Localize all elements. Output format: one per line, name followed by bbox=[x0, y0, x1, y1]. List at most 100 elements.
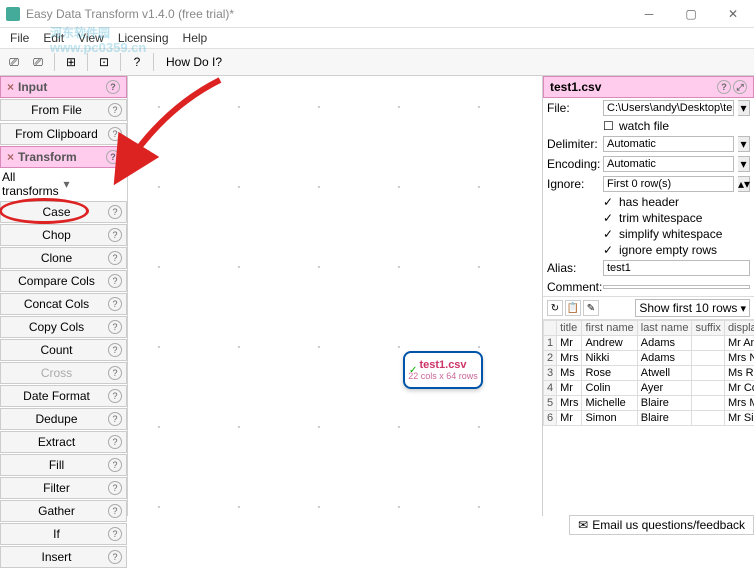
trim-whitespace-checkbox[interactable]: ✓ bbox=[603, 211, 615, 225]
help-icon[interactable]: ? bbox=[108, 127, 122, 141]
statusbar[interactable]: ✉ Email us questions/feedback bbox=[569, 515, 754, 535]
transform-gather[interactable]: Gather? bbox=[0, 500, 127, 522]
preview-table[interactable]: titlefirst namelast namesuffixdisplay n1… bbox=[543, 320, 754, 516]
help-icon[interactable]: ? bbox=[108, 228, 122, 242]
input-header: × Input ? bbox=[0, 76, 127, 98]
app-icon bbox=[6, 7, 20, 21]
help-icon[interactable]: ? bbox=[108, 103, 122, 117]
transform-cross: Cross? bbox=[0, 362, 127, 384]
tb-help-icon[interactable]: ? bbox=[127, 52, 147, 72]
ignore-empty-rows-checkbox[interactable]: ✓ bbox=[603, 243, 615, 257]
menu-edit[interactable]: Edit bbox=[37, 29, 70, 47]
from-clipboard-button[interactable]: From Clipboard? bbox=[0, 123, 127, 145]
maximize-button[interactable]: ▢ bbox=[670, 0, 712, 28]
ignore-value[interactable]: First 0 row(s) bbox=[603, 176, 734, 192]
canvas[interactable]: ✓ test1.csv 22 cols x 64 rows bbox=[128, 76, 542, 516]
chevron-down-icon[interactable]: ▾ bbox=[738, 156, 750, 172]
table-row[interactable]: 5MrsMichelleBlaireMrs Mich bbox=[544, 396, 754, 411]
chevron-down-icon[interactable]: ▾ bbox=[738, 136, 750, 152]
copy-icon[interactable]: 📋 bbox=[565, 300, 581, 316]
refresh-icon[interactable]: ↻ bbox=[547, 300, 563, 316]
menu-licensing[interactable]: Licensing bbox=[112, 29, 175, 47]
close-button[interactable]: ✕ bbox=[712, 0, 754, 28]
help-icon[interactable]: ? bbox=[108, 481, 122, 495]
csv-node[interactable]: ✓ test1.csv 22 cols x 64 rows bbox=[403, 351, 483, 389]
chevron-down-icon[interactable]: ▾ bbox=[738, 100, 750, 116]
transform-clone[interactable]: Clone? bbox=[0, 247, 127, 269]
help-icon[interactable]: ? bbox=[108, 550, 122, 564]
tb-center-icon[interactable]: ⊞ bbox=[61, 52, 81, 72]
transform-filter[interactable]: All transforms ▾ bbox=[0, 168, 127, 200]
col-header[interactable]: last name bbox=[637, 321, 692, 336]
help-icon[interactable]: ? bbox=[108, 320, 122, 334]
col-header[interactable]: title bbox=[557, 321, 582, 336]
tb-zoom-icon[interactable]: ⊡ bbox=[94, 52, 114, 72]
help-icon[interactable]: ? bbox=[108, 366, 122, 380]
help-icon[interactable]: ? bbox=[108, 274, 122, 288]
comment-value[interactable] bbox=[603, 285, 750, 289]
transform-dedupe[interactable]: Dedupe? bbox=[0, 408, 127, 430]
encoding-value[interactable]: Automatic bbox=[603, 156, 734, 172]
table-row[interactable]: 2MrsNikkiAdamsMrs Nikk bbox=[544, 351, 754, 366]
transform-insert[interactable]: Insert? bbox=[0, 546, 127, 568]
col-header[interactable]: first name bbox=[582, 321, 637, 336]
transform-count[interactable]: Count? bbox=[0, 339, 127, 361]
transform-extract[interactable]: Extract? bbox=[0, 431, 127, 453]
transform-copy-cols[interactable]: Copy Cols? bbox=[0, 316, 127, 338]
left-panel: × Input ? From File? From Clipboard? × T… bbox=[0, 76, 128, 516]
table-row[interactable]: 1MrAndrewAdamsMr Andre bbox=[544, 336, 754, 351]
col-header[interactable]: display n bbox=[724, 321, 754, 336]
from-file-button[interactable]: From File? bbox=[0, 99, 127, 121]
help-icon[interactable]: ? bbox=[106, 150, 120, 164]
menu-help[interactable]: Help bbox=[177, 29, 214, 47]
minimize-button[interactable]: ─ bbox=[628, 0, 670, 28]
encoding-label: Encoding: bbox=[547, 157, 599, 171]
table-row[interactable]: 4MrColinAyerMr Colin bbox=[544, 381, 754, 396]
tb-right-icon[interactable]: ⎚ bbox=[28, 52, 48, 72]
menu-file[interactable]: File bbox=[4, 29, 35, 47]
help-icon[interactable]: ? bbox=[108, 527, 122, 541]
help-icon[interactable]: ? bbox=[108, 435, 122, 449]
help-icon[interactable]: ? bbox=[108, 251, 122, 265]
help-icon[interactable]: ? bbox=[106, 80, 120, 94]
help-icon[interactable]: ? bbox=[108, 458, 122, 472]
stepper-icon[interactable]: ▴▾ bbox=[738, 176, 750, 192]
transform-chop[interactable]: Chop? bbox=[0, 224, 127, 246]
transform-date-format[interactable]: Date Format? bbox=[0, 385, 127, 407]
collapse-icon[interactable]: × bbox=[7, 80, 14, 94]
transform-compare-cols[interactable]: Compare Cols? bbox=[0, 270, 127, 292]
transform-case[interactable]: Case? bbox=[0, 201, 127, 223]
watch-file-checkbox[interactable]: ☐ bbox=[603, 119, 615, 133]
edit-icon[interactable]: ✎ bbox=[583, 300, 599, 316]
help-icon[interactable]: ? bbox=[108, 343, 122, 357]
table-row[interactable]: 6MrSimonBlaireMr Simon bbox=[544, 411, 754, 426]
transform-filter[interactable]: Filter? bbox=[0, 477, 127, 499]
help-icon[interactable]: ? bbox=[108, 297, 122, 311]
file-value[interactable]: C:\Users\andy\Desktop\test1.csv bbox=[603, 100, 734, 116]
chk-label: has header bbox=[619, 195, 679, 209]
mail-icon: ✉ bbox=[578, 518, 588, 532]
transform-concat-cols[interactable]: Concat Cols? bbox=[0, 293, 127, 315]
transform-fill[interactable]: Fill? bbox=[0, 454, 127, 476]
table-row[interactable]: 3MsRoseAtwellMs Rose bbox=[544, 366, 754, 381]
help-icon[interactable]: ? bbox=[108, 412, 122, 426]
how-do-i-button[interactable]: How Do I? bbox=[160, 53, 228, 71]
transform-if[interactable]: If? bbox=[0, 523, 127, 545]
col-header[interactable] bbox=[544, 321, 557, 336]
alias-value[interactable]: test1 bbox=[603, 260, 750, 276]
help-icon[interactable]: ? bbox=[108, 504, 122, 518]
help-icon[interactable]: ? bbox=[108, 389, 122, 403]
show-rows-select[interactable]: Show first 10 rows ▾ bbox=[635, 299, 750, 317]
delimiter-value[interactable]: Automatic bbox=[603, 136, 734, 152]
chk-label: ignore empty rows bbox=[619, 243, 717, 257]
has-header-checkbox[interactable]: ✓ bbox=[603, 195, 615, 209]
tb-left-icon[interactable]: ⎚ bbox=[4, 52, 24, 72]
expand-icon[interactable]: ⤢ bbox=[733, 80, 747, 94]
help-icon[interactable]: ? bbox=[717, 80, 731, 94]
simplify-whitespace-checkbox[interactable]: ✓ bbox=[603, 227, 615, 241]
menu-view[interactable]: View bbox=[72, 29, 110, 47]
collapse-icon[interactable]: × bbox=[7, 150, 14, 164]
properties-title: test1.csv bbox=[550, 80, 601, 94]
col-header[interactable]: suffix bbox=[692, 321, 724, 336]
help-icon[interactable]: ? bbox=[108, 205, 122, 219]
